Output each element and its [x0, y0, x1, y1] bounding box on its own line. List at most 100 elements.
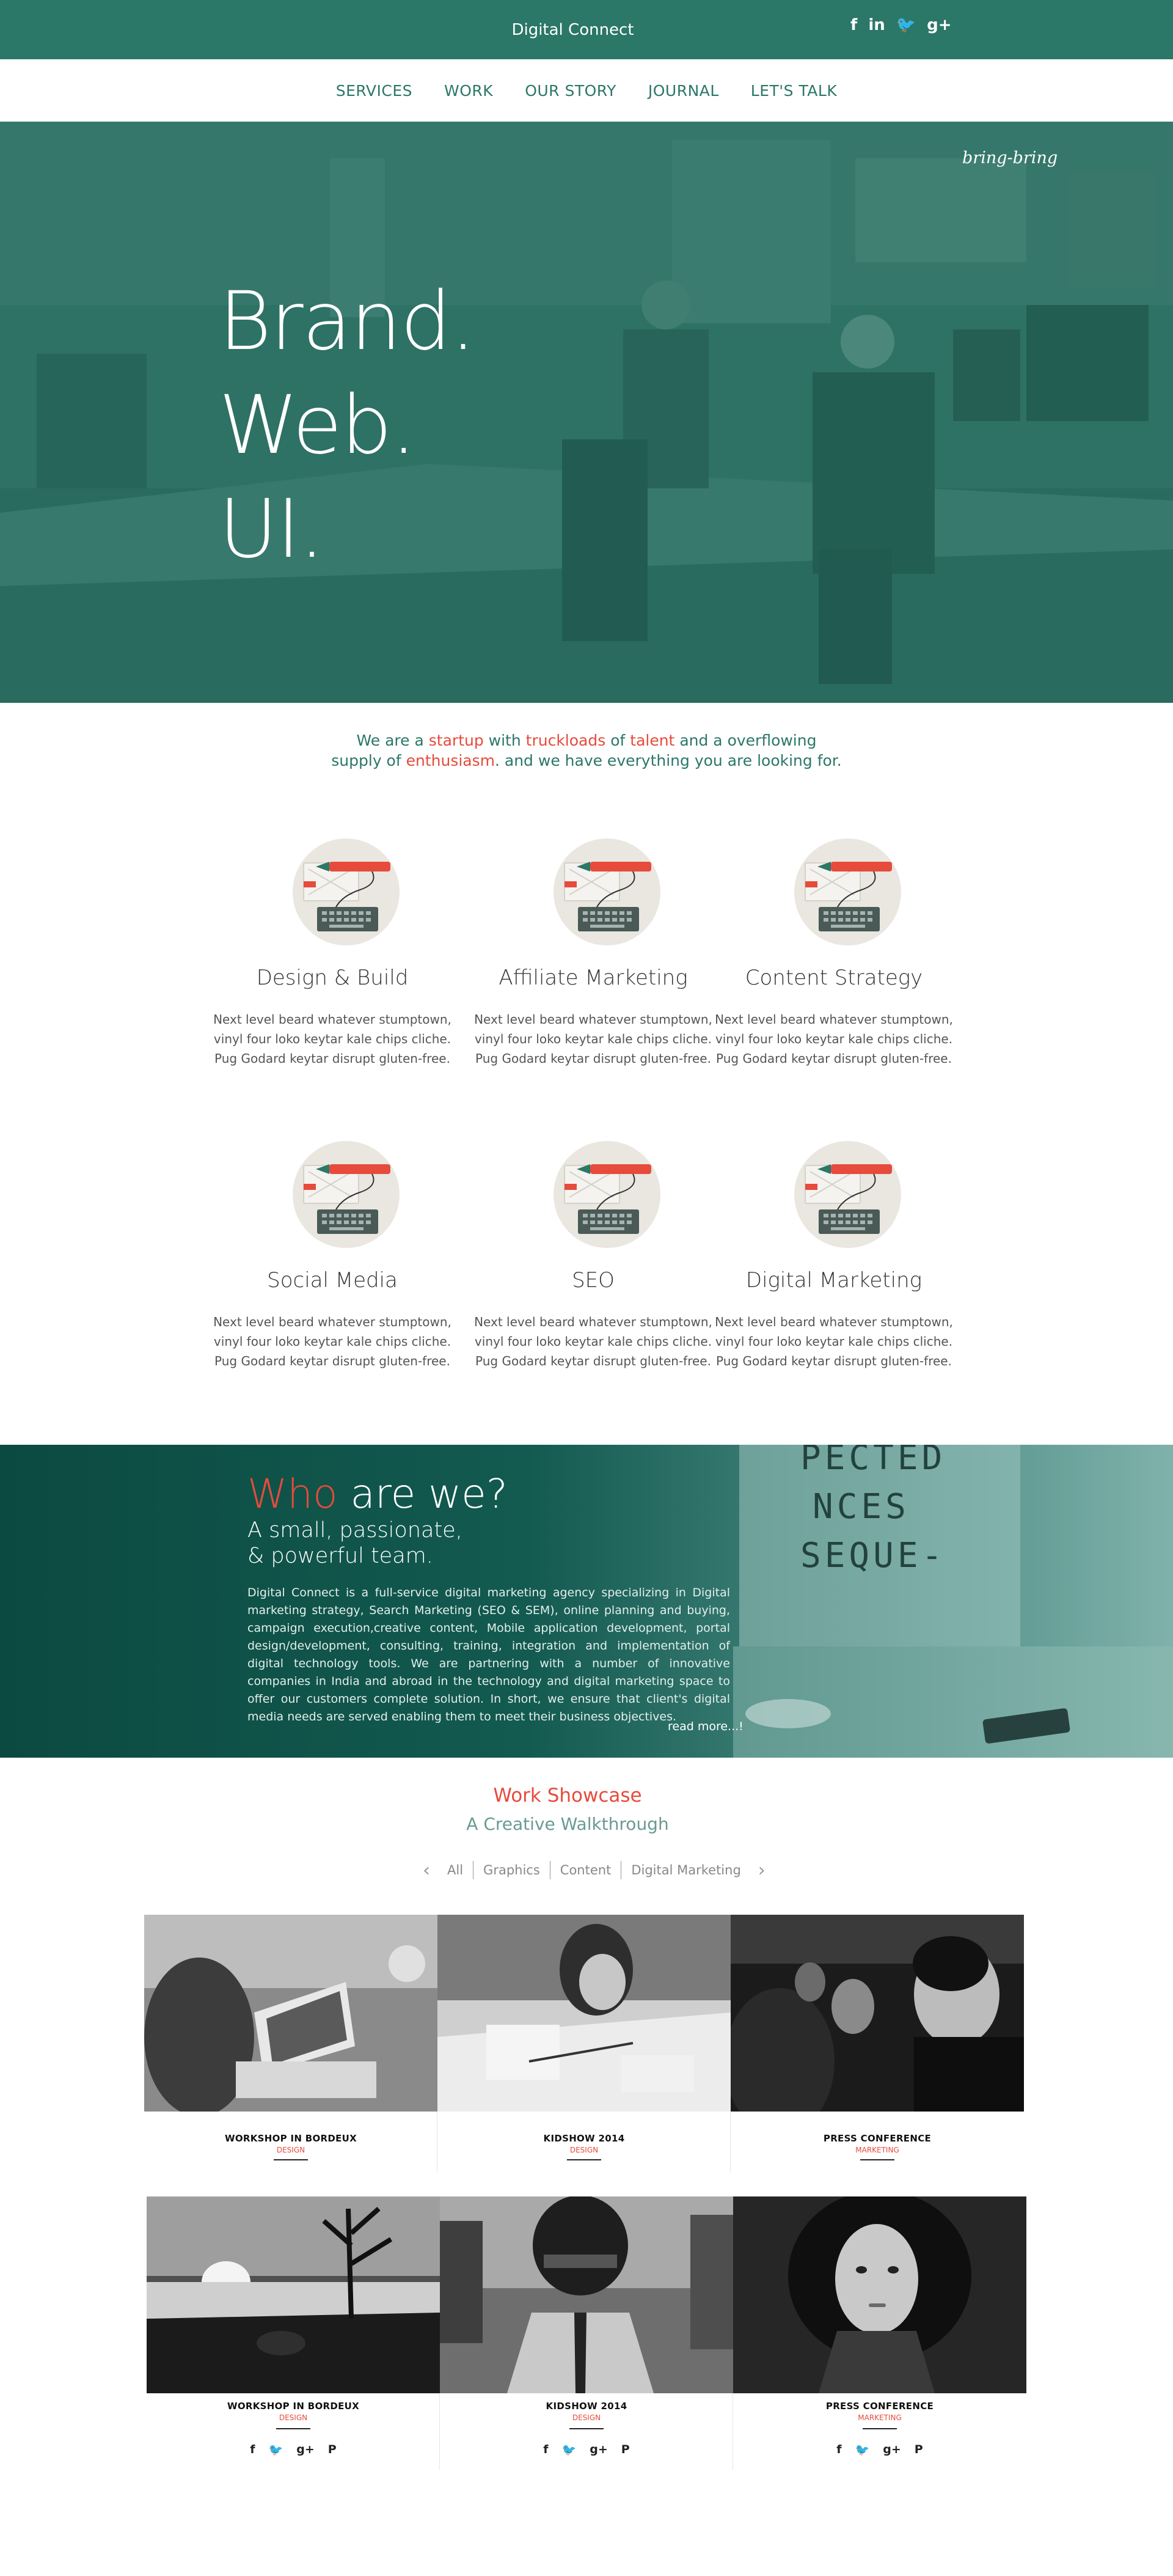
woman-portrait-photo[interactable]: [733, 2196, 1026, 2393]
card-underline: [863, 2428, 897, 2429]
card-title[interactable]: WORKSHOP IN BORDEUX: [144, 2133, 437, 2144]
google-plus-icon[interactable]: g+: [296, 2443, 315, 2457]
work-card[interactable]: PRESS CONFERENCE MARKETING: [731, 1915, 1024, 2171]
service-desc-line: Next level beard whatever stumptown,: [474, 1012, 712, 1027]
service-desc-line: Pug Godard keytar disrupt gluten-free.: [716, 1354, 952, 1368]
about-section: PECTED NCES SEQUE- Who are we? A small, …: [0, 1445, 1173, 1758]
chevron-left-icon[interactable]: ‹: [415, 1860, 437, 1881]
intro-text: We are a: [356, 732, 429, 749]
service-description: Next level beard whatever stumptown, viny…: [712, 1312, 956, 1371]
intro-text: of: [605, 732, 630, 749]
service-desc-line: Next level beard whatever stumptown,: [715, 1315, 953, 1329]
service-desc-line: Pug Godard keytar disrupt gluten-free.: [475, 1354, 711, 1368]
google-plus-icon[interactable]: g+: [927, 17, 951, 33]
card-category: DESIGN: [276, 2146, 305, 2154]
filter-digital-marketing[interactable]: Digital Marketing: [621, 1863, 750, 1877]
site-title[interactable]: Digital Connect: [0, 21, 1146, 39]
google-plus-icon[interactable]: g+: [883, 2443, 901, 2457]
intro-text: and a overflowing: [674, 732, 817, 749]
intro-line-2: supply of enthusiasm. and we have everyt…: [0, 750, 1173, 771]
nav-lets-talk[interactable]: LET'S TALK: [751, 82, 837, 100]
filter-content[interactable]: Content: [550, 1863, 621, 1877]
filter-graphics[interactable]: Graphics: [473, 1863, 550, 1877]
hero-section: Brand. Web. UI. bring-bring: [0, 122, 1173, 703]
service-description: Next level beard whatever stumptown, viny…: [471, 1312, 715, 1371]
intro-highlight: talent: [630, 732, 675, 749]
pinterest-icon[interactable]: P: [621, 2443, 630, 2457]
twitter-icon[interactable]: 🐦: [855, 2443, 870, 2457]
work-card[interactable]: WORKSHOP IN BORDEUX DESIGN f 🐦 g+ P: [147, 2196, 440, 2471]
intro-highlight: enthusiasm: [406, 752, 495, 769]
nav-work[interactable]: WORK: [444, 82, 493, 100]
facebook-icon[interactable]: f: [250, 2443, 255, 2457]
service-desc-line: Next level beard whatever stumptown,: [213, 1012, 451, 1027]
intro-text: supply of: [331, 752, 406, 769]
filter-all[interactable]: All: [437, 1863, 473, 1877]
intro-highlight: truckloads: [525, 732, 606, 749]
about-title-rest: are we?: [337, 1470, 508, 1517]
pinterest-icon[interactable]: P: [915, 2443, 923, 2457]
service-desc-line: Pug Godard keytar disrupt gluten-free.: [214, 1354, 450, 1368]
girl-drawing-photo[interactable]: [437, 1915, 731, 2112]
about-subtitle-2: & powerful team.: [247, 1544, 433, 1568]
service-desc-line: Next level beard whatever stumptown,: [715, 1012, 953, 1027]
hero-tagline: bring-bring: [962, 149, 1058, 167]
card-title[interactable]: KIDSHOW 2014: [440, 2401, 733, 2412]
card-underline: [274, 2159, 308, 2160]
share-icons: f 🐦 g+ P: [147, 2443, 440, 2457]
work-card[interactable]: KIDSHOW 2014 DESIGN: [437, 1915, 731, 2173]
facebook-icon[interactable]: f: [836, 2443, 841, 2457]
service-title: Digital Marketing: [745, 1268, 923, 1293]
nav-services[interactable]: SERVICES: [336, 82, 412, 100]
chevron-right-icon[interactable]: ›: [751, 1860, 773, 1881]
svg-text:NCES: NCES: [813, 1487, 910, 1527]
hero-line-ui: UI.: [219, 482, 325, 576]
card-title[interactable]: PRESS CONFERENCE: [731, 2133, 1024, 2144]
card-category: MARKETING: [855, 2146, 899, 2154]
service-description: Next level beard whatever stumptown, viny…: [210, 1010, 455, 1068]
intro-statement: We are a startup with truckloads of tale…: [0, 730, 1173, 771]
intro-text: . and we have everything you are looking…: [495, 752, 842, 769]
work-card[interactable]: KIDSHOW 2014 DESIGN f 🐦 g+ P: [440, 2196, 733, 2471]
facebook-icon[interactable]: f: [850, 17, 857, 33]
service-desc-line: Pug Godard keytar disrupt gluten-free.: [475, 1051, 711, 1066]
service-title: Content Strategy: [745, 966, 923, 990]
about-title: Who are we?: [247, 1470, 508, 1517]
work-card[interactable]: WORKSHOP IN BORDEUX DESIGN: [144, 1915, 437, 2173]
card-title[interactable]: KIDSHOW 2014: [437, 2133, 731, 2144]
twitter-icon[interactable]: 🐦: [562, 2443, 577, 2457]
audience-photo[interactable]: [731, 1915, 1024, 2112]
nav-journal[interactable]: JOURNAL: [648, 82, 719, 100]
service-desc-line: vinyl four loko keytar kale chips cliche…: [715, 1032, 953, 1046]
facebook-icon[interactable]: f: [543, 2443, 548, 2457]
share-icons: f 🐦 g+ P: [733, 2443, 1026, 2457]
card-title[interactable]: PRESS CONFERENCE: [733, 2401, 1026, 2412]
service-title: Design & Build: [256, 966, 409, 990]
hero-line-brand: Brand.: [219, 274, 476, 369]
card-title[interactable]: WORKSHOP IN BORDEUX: [147, 2401, 440, 2412]
google-plus-icon[interactable]: g+: [590, 2443, 608, 2457]
design-tools-icon: [794, 838, 901, 945]
kids-laptops-photo[interactable]: [144, 1915, 437, 2112]
linkedin-icon[interactable]: in: [868, 17, 885, 33]
service-description: Next level beard whatever stumptown, viny…: [210, 1312, 455, 1371]
svg-text:PECTED: PECTED: [800, 1445, 946, 1478]
service-description: Next level beard whatever stumptown, viny…: [712, 1010, 956, 1068]
card-underline: [567, 2159, 601, 2160]
pinterest-icon[interactable]: P: [328, 2443, 337, 2457]
work-card[interactable]: PRESS CONFERENCE MARKETING f 🐦 g+ P: [733, 2196, 1026, 2471]
card-underline: [276, 2428, 310, 2429]
service-desc-line: Pug Godard keytar disrupt gluten-free.: [214, 1051, 450, 1066]
helmet-man-photo[interactable]: [440, 2196, 733, 2393]
design-tools-icon: [293, 1141, 400, 1248]
work-subtitle: A Creative Walkthrough: [466, 1814, 669, 1834]
nav-our-story[interactable]: OUR STORY: [525, 82, 616, 100]
twitter-icon[interactable]: 🐦: [896, 17, 916, 33]
lake-sunset-photo[interactable]: [147, 2196, 440, 2393]
top-bar: Digital Connect f in 🐦 g+: [0, 0, 1173, 59]
card-category: DESIGN: [572, 2413, 601, 2422]
main-nav: SERVICES WORK OUR STORY JOURNAL LET'S TA…: [0, 59, 1173, 122]
work-filters: ‹ All Graphics Content Digital Marketing…: [415, 1860, 773, 1881]
read-more-link[interactable]: read more...!: [668, 1720, 744, 1733]
twitter-icon[interactable]: 🐦: [269, 2443, 283, 2457]
